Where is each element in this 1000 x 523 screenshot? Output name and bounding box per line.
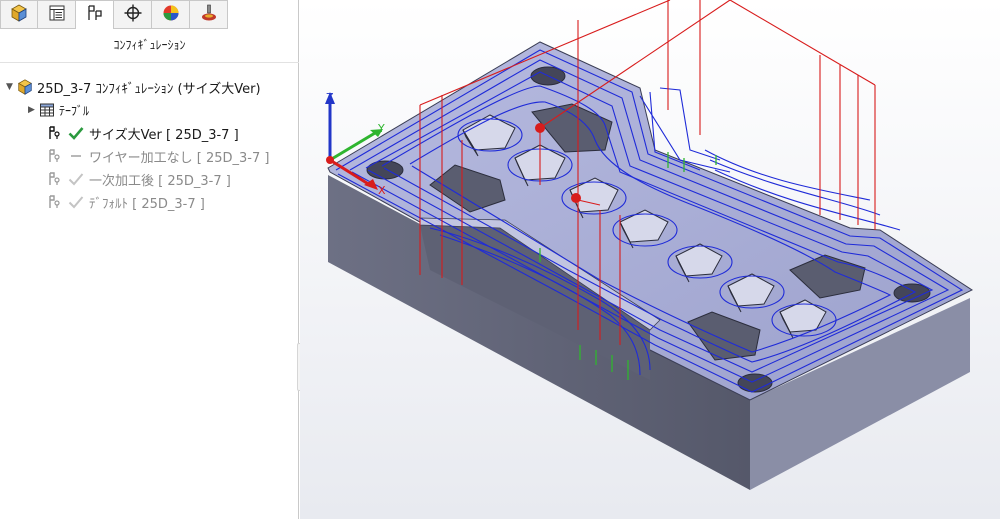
z-axis-label: Z	[326, 91, 334, 104]
checkmark-icon	[67, 126, 85, 140]
panel-tab-bar	[0, 0, 228, 30]
config-item-no-wire[interactable]: ワイヤー加工なし [ 25D_3-7 ]	[46, 145, 269, 167]
part-icon	[16, 78, 34, 96]
tab-display-manager[interactable]	[152, 0, 190, 29]
property-list-icon	[47, 3, 67, 27]
panel-divider	[0, 62, 299, 63]
tab-cam[interactable]	[190, 0, 228, 29]
tree-root[interactable]: ▼ 25D_3-7 ｺﾝﾌｨｷﾞｭﾚｰｼｮﾝ (サイズ大Ver)	[6, 76, 261, 98]
y-axis-label: Y	[377, 122, 385, 135]
crosshair-icon	[123, 3, 143, 27]
configuration-icon	[46, 193, 64, 211]
tree-root-label: 25D_3-7 ｺﾝﾌｨｷﾞｭﾚｰｼｮﾝ (サイズ大Ver)	[37, 81, 261, 97]
x-axis-label: X	[378, 184, 386, 197]
configuration-manager-icon	[85, 3, 105, 27]
configuration-icon	[46, 124, 64, 142]
config-item-label: ﾃﾞﾌｫﾙﾄ [ 25D_3-7 ]	[89, 196, 205, 212]
config-item-default[interactable]: ﾃﾞﾌｫﾙﾄ [ 25D_3-7 ]	[46, 191, 205, 213]
cam-icon	[199, 3, 219, 27]
tab-feature-tree[interactable]	[0, 0, 38, 29]
configuration-icon	[46, 147, 64, 165]
graphics-viewport[interactable]: Z Y X	[300, 0, 1000, 519]
tree-item-label: ﾃｰﾌﾞﾙ	[59, 103, 90, 118]
checkmark-icon	[67, 195, 85, 209]
tab-property-manager[interactable]	[38, 0, 76, 29]
checkmark-icon	[67, 172, 85, 186]
config-item-size-large[interactable]: サイズ大Ver [ 25D_3-7 ]	[46, 122, 239, 144]
configuration-icon	[46, 170, 64, 188]
config-item-primary[interactable]: 一次加工後 [ 25D_3-7 ]	[46, 168, 231, 190]
config-item-label: サイズ大Ver [ 25D_3-7 ]	[89, 127, 239, 143]
table-icon	[38, 101, 56, 119]
tab-dimxpert[interactable]	[114, 0, 152, 29]
appearance-icon	[161, 3, 181, 27]
part-icon	[9, 3, 29, 27]
feature-manager-panel: ｺﾝﾌｨｷﾞｭﾚｰｼｮﾝ ▼ 25D_3-7 ｺﾝﾌｨｷﾞｭﾚｰｼｮﾝ (サイズ…	[0, 0, 299, 519]
config-item-label: 一次加工後 [ 25D_3-7 ]	[89, 173, 231, 189]
tree-item-table[interactable]: ▶ ﾃｰﾌﾞﾙ	[28, 99, 89, 121]
tab-configuration-manager[interactable]	[76, 0, 114, 29]
model-view: Z Y X	[300, 0, 1000, 519]
dash-icon	[67, 149, 85, 163]
expand-arrow-icon[interactable]: ▶	[28, 105, 38, 115]
collapse-arrow-icon[interactable]: ▼	[6, 82, 16, 92]
panel-title: ｺﾝﾌｨｷﾞｭﾚｰｼｮﾝ	[113, 38, 186, 52]
config-item-label: ワイヤー加工なし [ 25D_3-7 ]	[89, 150, 270, 166]
